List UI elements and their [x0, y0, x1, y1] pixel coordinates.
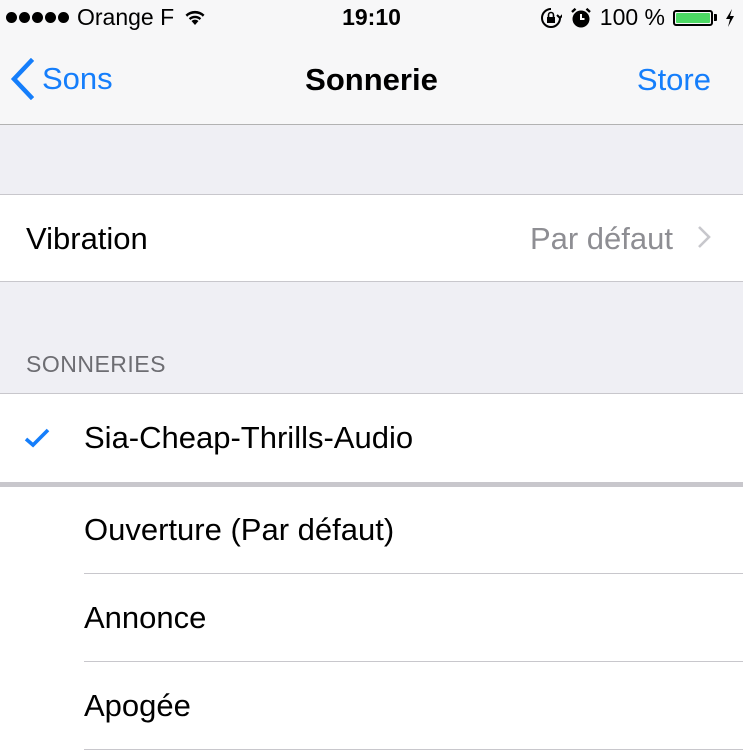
- ringtone-item[interactable]: Annonce: [0, 574, 743, 662]
- checkmark-icon: [24, 428, 50, 448]
- ringtone-label: Sia-Cheap-Thrills-Audio: [84, 420, 414, 455]
- battery-level-fill: [676, 12, 710, 23]
- ringtone-item[interactable]: Sia-Cheap-Thrills-Audio: [0, 394, 743, 487]
- vibration-group: Vibration Par défaut: [0, 194, 743, 282]
- ringtone-label: Apogée: [84, 688, 191, 723]
- ringtone-item[interactable]: Apogée: [0, 662, 743, 750]
- section-header-ringtones: SONNERIES: [26, 351, 166, 377]
- ringtone-label: Ouverture (Par défaut): [84, 512, 395, 547]
- vibration-label: Vibration: [26, 221, 148, 256]
- ringtone-item[interactable]: Ouverture (Par défaut): [0, 486, 743, 574]
- store-button[interactable]: Store: [637, 62, 711, 98]
- vibration-row[interactable]: Vibration Par défaut: [0, 195, 743, 281]
- chevron-right-icon: [698, 226, 711, 248]
- alarm-icon: [570, 7, 591, 27]
- navigation-bar: Sons Sonnerie Store: [0, 36, 743, 125]
- ringtone-label: Annonce: [84, 600, 207, 635]
- charging-bolt-icon: [726, 8, 734, 27]
- battery-percent: 100 %: [599, 4, 665, 30]
- page-title: Sonnerie: [305, 62, 438, 97]
- rotation-lock-icon: [540, 7, 562, 28]
- status-bar: Orange F 19:10 100 %: [0, 0, 743, 36]
- ringtone-list: Sia-Cheap-Thrills-Audio Ouverture (Par d…: [0, 393, 743, 750]
- status-right: 100 %: [540, 4, 735, 31]
- vibration-value: Par défaut: [529, 221, 673, 256]
- battery-icon: [673, 9, 713, 26]
